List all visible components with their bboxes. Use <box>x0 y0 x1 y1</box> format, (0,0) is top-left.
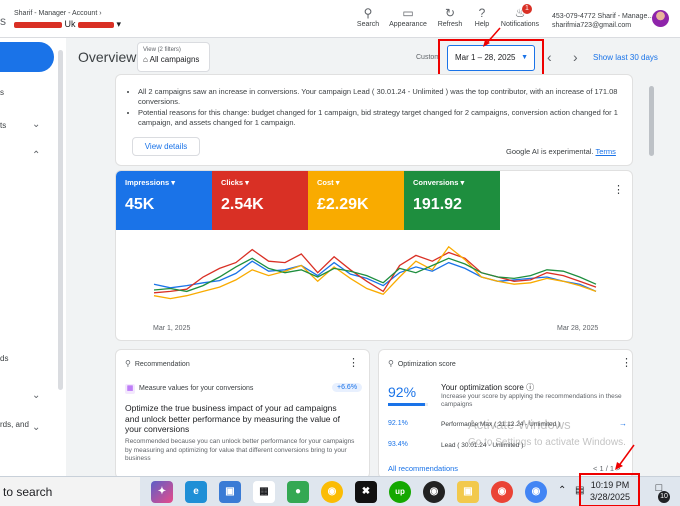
card-header: ⚲ Optimization score <box>388 359 456 368</box>
notification-badge: 1 <box>522 4 532 14</box>
sidebar-item-active[interactable] <box>0 42 54 72</box>
chevron-up-icon[interactable]: ⌃ <box>32 150 40 161</box>
metric-cost[interactable]: Cost ▾ £2.29K <box>308 171 404 230</box>
optimization-title: Your optimization score ⓘ <box>441 383 535 392</box>
uplift-badge: +6.6% <box>332 383 363 392</box>
summary-item: All 2 campaigns saw an increase in conve… <box>138 87 626 107</box>
account-path[interactable]: Sharif - Manager - Account › <box>14 10 102 17</box>
campaign-score: 93.4% <box>388 441 408 448</box>
performance-chart-card: Impressions ▾ 45K Clicks ▾ 2.54K Cost ▾ … <box>115 170 633 341</box>
line-chart <box>153 245 597 300</box>
optimization-score: 92% <box>388 384 417 400</box>
recommendation-title[interactable]: Optimize the true business impact of you… <box>125 403 353 435</box>
appearance-icon: ▭ <box>402 6 414 20</box>
sidebar: s ts ⌄ ⌃ ds ⌄ rds, and ⌄ <box>0 38 66 476</box>
chevron-left-icon[interactable]: ‹ <box>547 49 552 65</box>
notification-center-button[interactable]: □ 10 <box>648 482 670 503</box>
terms-link[interactable]: Terms <box>596 147 616 156</box>
upwork-icon[interactable]: up <box>389 481 411 503</box>
highlight-box <box>579 473 640 506</box>
recommendation-description: Recommended because you can unlock bette… <box>125 438 355 462</box>
page-title: Overview <box>78 49 137 65</box>
chevron-right-icon[interactable]: › <box>573 49 578 65</box>
summary-item: Potential reasons for this change: budge… <box>138 108 626 128</box>
app-title-fragment: s <box>0 14 6 28</box>
recommendation-card: ⚲ Recommendation ⋮ ▦ Measure values for yo… <box>115 349 370 479</box>
more-options-icon[interactable]: ⋮ <box>621 356 632 369</box>
all-recommendations-link[interactable]: All recommendations <box>388 464 458 473</box>
store-icon[interactable]: ▦ <box>253 481 275 503</box>
sidebar-item-label[interactable]: ts <box>0 121 6 130</box>
optimization-description: Increase your score by applying the reco… <box>441 393 622 408</box>
notification-count: 10 <box>658 491 670 503</box>
chevron-down-icon[interactable]: ⌄ <box>32 422 40 433</box>
summary-list: All 2 campaigns saw an increase in conve… <box>130 87 626 129</box>
series-line-2 <box>153 245 597 300</box>
info-icon[interactable]: ⓘ <box>526 383 534 392</box>
folder-icon[interactable]: ▣ <box>457 481 479 503</box>
lightbulb-icon: ⚲ <box>125 359 131 368</box>
x-axis-start-label: Mar 1, 2025 <box>153 325 191 332</box>
user-info[interactable]: 453-079-4772 Sharif - Manage... sharifmi… <box>552 12 653 30</box>
score-bar <box>388 403 428 406</box>
android-icon[interactable]: ● <box>287 481 309 503</box>
obs-icon[interactable]: ◉ <box>423 481 445 503</box>
sidebar-scrollbar[interactable] <box>58 50 63 390</box>
lightbulb-icon: ⚲ <box>388 359 394 368</box>
view-details-button[interactable]: View details <box>132 137 200 156</box>
chrome-icon[interactable]: ◉ <box>491 481 513 503</box>
x-axis-end-label: Mar 28, 2025 <box>557 325 599 332</box>
edge-icon[interactable]: e <box>185 481 207 503</box>
metric-conversions[interactable]: Conversions ▾ 191.92 <box>404 171 500 230</box>
taskbar: to search ✦ e ▣ ▦ ● ◉ ✖ up ◉ ▣ ◉ ◉ ⌃ ▤ 1… <box>0 473 680 506</box>
more-options-icon[interactable]: ⋮ <box>613 183 624 196</box>
taskbar-search[interactable]: to search <box>0 477 140 506</box>
card-header: ⚲ Recommendation <box>125 359 190 368</box>
redacted-text <box>14 21 62 28</box>
capcut-icon[interactable]: ✖ <box>355 481 377 503</box>
custom-label: Custom <box>416 54 441 61</box>
notifications-button[interactable]: ♨ 1 Notifications <box>497 4 543 28</box>
account-name[interactable]: Uk ▾ <box>14 19 121 30</box>
activate-windows-watermark: Activate Windows Go to Settings to activ… <box>468 417 626 448</box>
ai-note: Google AI is experimental. Terms <box>506 147 616 156</box>
show-last-30-days-link[interactable]: Show last 30 days <box>593 53 658 62</box>
chart-icon: ▦ <box>125 384 135 394</box>
metric-impressions[interactable]: Impressions ▾ 45K <box>116 171 212 230</box>
sidebar-item-label[interactable]: ds <box>0 354 8 363</box>
chevron-up-icon[interactable]: ⌃ <box>558 485 566 496</box>
chrome-icon[interactable]: ◉ <box>525 481 547 503</box>
chrome-icon[interactable]: ◉ <box>321 481 343 503</box>
laptop-icon[interactable]: ▣ <box>219 481 241 503</box>
recommendation-type: ▦ Measure values for your conversions <box>125 384 254 394</box>
score-bar-fill <box>388 403 425 406</box>
optimization-score-card: ⚲ Optimization score ⋮ 92% Your optimizat… <box>378 349 633 479</box>
ai-summary-card: All 2 campaigns saw an increase in conve… <box>115 74 633 166</box>
arrow-annotation-icon <box>483 27 501 47</box>
arrow-annotation-icon <box>615 444 635 470</box>
copilot-icon[interactable]: ✦ <box>151 481 173 503</box>
appearance-button[interactable]: ▭ Appearance <box>385 6 431 28</box>
more-options-icon[interactable]: ⋮ <box>348 356 359 369</box>
campaign-score: 92.1% <box>388 420 408 427</box>
chevron-down-icon[interactable]: ⌄ <box>32 119 40 130</box>
top-bar: s Sharif - Manager - Account › Uk ▾ ⚲ Se… <box>0 0 680 38</box>
chevron-down-icon[interactable]: ⌄ <box>32 390 40 401</box>
metric-clicks[interactable]: Clicks ▾ 2.54K <box>212 171 308 230</box>
home-icon: ⌂ <box>143 55 148 64</box>
redacted-text <box>78 21 115 28</box>
main-scrollbar[interactable] <box>649 86 654 156</box>
sidebar-item-label[interactable]: s <box>0 88 4 97</box>
view-filter-button[interactable]: View (2 filters) ⌂ All campaigns <box>137 42 210 72</box>
avatar[interactable] <box>652 10 669 27</box>
sidebar-item-label[interactable]: rds, and <box>0 420 29 429</box>
bell-icon: ♨ <box>514 6 526 20</box>
